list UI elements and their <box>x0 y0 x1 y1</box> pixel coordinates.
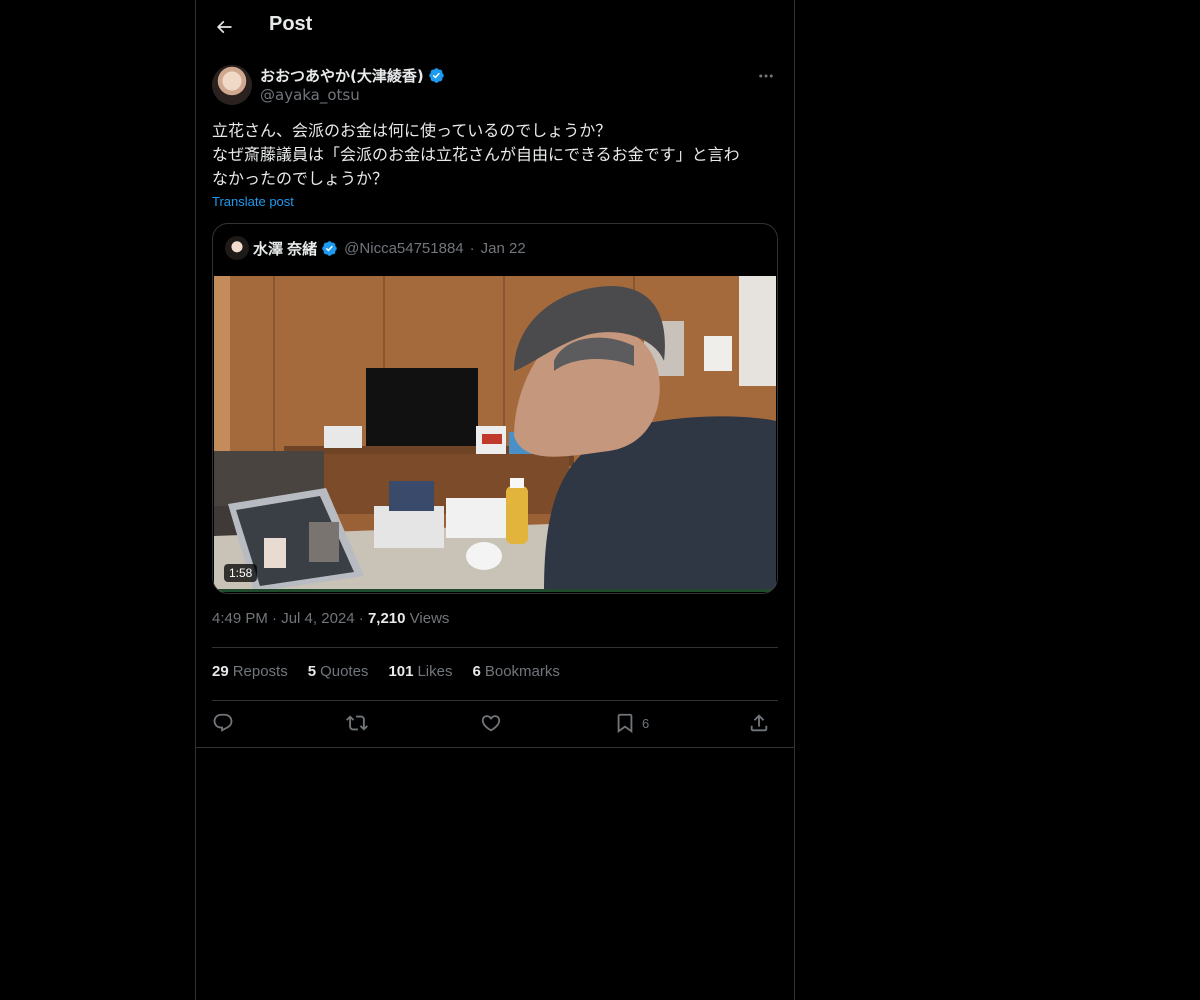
more-horizontal-icon <box>759 74 773 78</box>
divider <box>212 647 778 648</box>
author-name-row[interactable]: おおつあやか(大津綾香) <box>260 65 445 86</box>
quoted-author-handle: @Nicca54751884 <box>344 239 464 257</box>
action-bar: 6 <box>212 709 778 739</box>
author-row: おおつあやか(大津綾香) @ayaka_otsu <box>212 64 778 108</box>
author-name: おおつあやか(大津綾香) <box>260 67 424 85</box>
quoted-author-avatar <box>225 236 249 260</box>
post-bottom-border <box>196 747 794 748</box>
reposts-stat[interactable]: 29 Reposts <box>212 663 288 680</box>
views-count: 7,210 <box>367 610 406 627</box>
post-text: 立花さん、会派のお金は何に使っているのでしょうか？ なぜ斎藤議員は「会派のお金は… <box>212 119 778 191</box>
post-text-line: 立花さん、会派のお金は何に使っているのでしょうか？ <box>212 121 612 140</box>
post-column: Post おおつあやか(大津綾香) @ayaka_otsu 立花さん、会派のお金… <box>195 0 795 1000</box>
quoted-post-header: 水澤 奈緒 @Nicca54751884 · Jan 22 <box>225 236 765 260</box>
verified-badge-icon <box>428 68 444 83</box>
separator-dot: · <box>358 610 368 627</box>
quotes-stat[interactable]: 5 Quotes <box>308 663 369 680</box>
heart-icon <box>481 715 501 732</box>
top-header: Post <box>196 0 794 54</box>
repost-button[interactable] <box>346 711 368 735</box>
likes-stat[interactable]: 101 Likes <box>388 663 452 680</box>
verified-badge-icon <box>322 240 337 256</box>
video-progress-bar <box>214 589 776 592</box>
video-duration: 1:58 <box>224 564 258 582</box>
quoted-author-name: 水澤 奈緒 <box>253 240 318 258</box>
post-time[interactable]: 4:49 PM <box>212 610 268 627</box>
bookmark-button[interactable]: 6 <box>614 711 649 735</box>
quoted-post-card[interactable]: 水澤 奈緒 @Nicca54751884 · Jan 22 1:58 <box>212 223 778 594</box>
separator-dot: · <box>272 610 282 627</box>
reply-icon <box>213 713 233 732</box>
page-title: Post <box>269 13 313 35</box>
reply-button[interactable] <box>212 711 234 735</box>
video-player[interactable]: 1:58 <box>214 276 776 592</box>
engagement-stats: 29 Reposts 5 Quotes 101 Likes 6 Bookmarks <box>212 663 560 680</box>
bookmark-count: 6 <box>642 715 650 731</box>
author-handle[interactable]: @ayaka_otsu <box>260 86 360 104</box>
translate-post-link[interactable]: Translate post <box>212 194 294 209</box>
arrow-left-icon <box>216 20 232 34</box>
back-button[interactable] <box>208 11 240 43</box>
post-date[interactable]: Jul 4, 2024 <box>281 610 354 627</box>
like-button[interactable] <box>480 711 502 735</box>
share-button[interactable] <box>748 711 770 735</box>
repost-icon <box>346 715 368 731</box>
more-options-button[interactable] <box>754 66 778 86</box>
views-label: Views <box>409 610 450 627</box>
bookmarks-stat[interactable]: 6 Bookmarks <box>473 663 560 680</box>
quoted-post-date: Jan 22 <box>480 239 526 257</box>
bookmark-icon <box>617 713 633 734</box>
separator-dot: · <box>469 239 475 257</box>
divider <box>212 700 778 701</box>
post-text-line: なぜ斎藤議員は「会派のお金は立花さんが自由にできるお金です」と言わ <box>212 145 740 164</box>
author-avatar[interactable] <box>212 65 252 105</box>
post-text-line: なかったのでしょうか？ <box>212 169 389 188</box>
post-timestamp-line: 4:49 PM · Jul 4, 2024 · 7,210 Views <box>212 610 449 627</box>
video-thumbnail <box>214 276 776 592</box>
share-icon <box>750 714 768 732</box>
